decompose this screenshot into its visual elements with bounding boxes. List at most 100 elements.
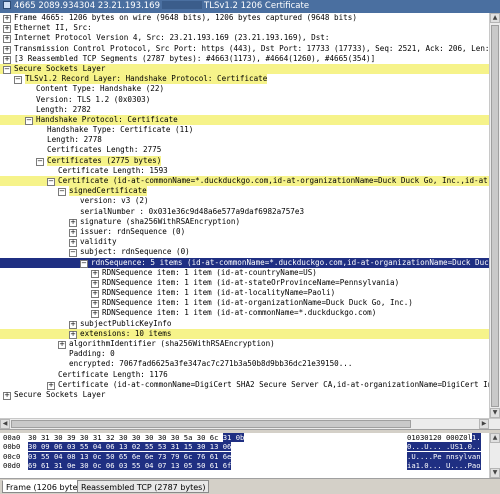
tree-row-label: RDNSequence item: 1 item (id-at-locality… <box>102 288 336 298</box>
tree-row[interactable]: + Frame 4665: 1206 bytes on wire (9648 bi… <box>0 13 489 23</box>
tree-row[interactable]: − TLSv1.2 Record Layer: Handshake Protoco… <box>0 74 489 85</box>
expand-icon[interactable]: + <box>3 55 11 64</box>
tree-row[interactable]: serialNumber : 0x031e36c9d48a6e577a9daf6… <box>0 207 489 217</box>
tree-row[interactable]: − Certificates (2775 bytes) <box>0 155 489 166</box>
ascii-selected: 1. <box>471 433 481 442</box>
tree-row[interactable]: encrypted: 7067fad6625a3fe347ac7c271b3a5… <box>0 359 489 369</box>
tree-row[interactable]: + Internet Protocol Version 4, Src: 23.21… <box>0 33 489 44</box>
tree-row[interactable]: Padding: 0 <box>0 349 489 359</box>
tree-row[interactable]: + RDNSequence item: 1 item (id-at-commonN… <box>0 308 489 319</box>
scroll-right-arrow-icon[interactable]: ▶ <box>479 419 489 429</box>
tree-row[interactable]: + RDNSequence item: 1 item (id-at-stateOr… <box>0 278 489 288</box>
tree-row-label: Certificate Length: 1593 <box>58 165 168 175</box>
collapse-icon[interactable]: − <box>47 178 55 186</box>
collapse-icon[interactable]: − <box>69 249 77 258</box>
tree-row[interactable]: − Handshake Protocol: Certificate <box>0 114 489 126</box>
expand-icon[interactable]: + <box>91 279 99 288</box>
bytes-vertical-scrollbar[interactable]: ▲ ▼ <box>489 433 500 478</box>
tree-row[interactable]: + subjectPublicKeyInfo <box>0 319 489 329</box>
tree-row[interactable]: − Secure Sockets Layer <box>0 63 489 75</box>
bytes-hex: 30 09 06 03 55 04 06 13 02 55 53 31 15 3… <box>28 442 232 452</box>
details-vertical-scrollbar[interactable]: ▲ ▼ <box>489 13 500 418</box>
tree-row[interactable]: + extensions: 10 items <box>0 328 489 339</box>
tree-row[interactable]: + [3 Reassembled TCP Segments (2787 bytes… <box>0 54 489 64</box>
bytes-row[interactable]: 00a0 30 31 30 39 30 31 32 30 30 30 30 30 … <box>0 433 489 442</box>
tree-row[interactable]: Length: 2782 <box>0 105 489 115</box>
tree-row[interactable]: Certificate Length: 1176 <box>0 370 489 380</box>
tree-row[interactable]: + algorithmIdentifier (sha256WithRSAEncry… <box>0 339 489 349</box>
tree-row[interactable]: + signature (sha256WithRSAEncryption) <box>0 217 489 227</box>
tree-row[interactable]: + Secure Sockets Layer <box>0 390 489 400</box>
tree-row[interactable]: − rdnSequence: 5 items (id-at-commonName=… <box>0 257 489 268</box>
details-horizontal-scrollbar[interactable]: ◀ ▶ <box>0 418 500 429</box>
tree-row[interactable]: Version: TLS 1.2 (0x0303) <box>0 95 489 105</box>
expand-icon[interactable]: + <box>47 381 55 390</box>
scroll-thumb[interactable] <box>491 25 499 407</box>
expand-icon[interactable]: + <box>69 330 77 339</box>
bytes-row[interactable]: 00d0 69 61 31 0e 30 0c 06 03 55 04 07 13 … <box>0 461 489 471</box>
bytes-scroll-down-arrow-icon[interactable]: ▼ <box>490 468 500 478</box>
collapse-icon[interactable]: − <box>58 188 66 197</box>
expand-icon[interactable]: + <box>91 269 99 278</box>
tree-row[interactable]: Length: 2778 <box>0 135 489 145</box>
bytes-row[interactable]: 00b0 30 09 06 03 55 04 06 13 02 55 53 31 … <box>0 442 489 452</box>
ascii-selected: .U....Pe nnsylvan <box>407 451 481 461</box>
tree-row[interactable]: + Ethernet II, Src: <box>0 23 489 34</box>
tree-row-label: rdnSequence: 5 items (id-at-commonName=*… <box>91 257 489 267</box>
tree-row[interactable]: − Certificate (id-at-commonName=*.duckduc… <box>0 176 489 187</box>
scroll-up-arrow-icon[interactable]: ▲ <box>490 13 500 23</box>
tree-row-label: subjectPublicKeyInfo <box>80 318 172 328</box>
expand-icon[interactable]: + <box>3 15 11 23</box>
hex-selected: 69 61 31 0e 30 0c 06 03 55 04 07 13 05 5… <box>28 461 232 471</box>
window-title-suffix: TLSv1.2 1206 Certificate <box>204 1 310 11</box>
tree-row[interactable]: version: v3 (2) <box>0 196 489 206</box>
expand-icon[interactable]: + <box>69 320 77 329</box>
expand-icon[interactable]: + <box>91 300 99 309</box>
tree-row[interactable]: Certificates Length: 2775 <box>0 145 489 155</box>
expand-icon[interactable]: + <box>91 310 99 319</box>
tab-reassembled-tcp[interactable]: Reassembled TCP (2787 bytes) <box>77 480 210 493</box>
tree-row[interactable]: + validity <box>0 237 489 248</box>
tree-row[interactable]: + RDNSequence item: 1 item (id-at-localit… <box>0 288 489 299</box>
expand-icon[interactable]: + <box>3 25 11 34</box>
collapse-icon[interactable]: − <box>36 157 44 166</box>
tree-row[interactable]: Content Type: Handshake (22) <box>0 84 489 94</box>
collapse-icon[interactable]: − <box>80 259 88 268</box>
collapse-icon[interactable]: − <box>3 65 11 74</box>
tree-row[interactable]: + issuer: rdnSequence (0) <box>0 227 489 237</box>
tree-row-label: signedCertificate <box>69 186 147 197</box>
packet-bytes-pane[interactable]: 00a0 30 31 30 39 30 31 32 30 30 30 30 30 … <box>0 433 489 478</box>
tree-row[interactable]: + RDNSequence item: 1 item (id-at-country… <box>0 268 489 278</box>
collapse-icon[interactable]: − <box>14 76 22 85</box>
tree-row[interactable]: + RDNSequence item: 1 item (id-at-organiz… <box>0 298 489 309</box>
tab-frame[interactable]: Frame (1206 bytes) <box>2 480 89 493</box>
bytes-row[interactable]: 00c0 03 55 04 08 13 0c 50 65 6e 6e 73 79 … <box>0 451 489 461</box>
expand-icon[interactable]: + <box>69 218 77 227</box>
hex-selected: 03 55 04 08 13 0c 50 65 6e 6e 73 79 6c 7… <box>28 451 232 461</box>
tree-row-label: Version: TLS 1.2 (0x0303) <box>36 94 151 104</box>
scroll-down-arrow-icon[interactable]: ▼ <box>490 408 500 418</box>
tree-row-label: Padding: 0 <box>69 349 115 359</box>
expand-icon[interactable]: + <box>3 35 11 44</box>
bytes-offset: 00c0 <box>3 451 21 461</box>
collapse-icon[interactable]: − <box>25 116 33 125</box>
bytes-offset: 00d0 <box>3 461 21 471</box>
tree-row[interactable]: + Transmission Control Protocol, Src Port… <box>0 44 489 54</box>
expand-icon[interactable]: + <box>3 391 11 400</box>
hscroll-thumb[interactable] <box>11 420 411 428</box>
window-title-bar[interactable]: 4665 2089.934304 23.21.193.169 TLSv1.2 12… <box>0 0 500 13</box>
expand-icon[interactable]: + <box>69 239 77 248</box>
tree-row[interactable]: + Certificate (id-at-commonName=DigiCert … <box>0 380 489 390</box>
expand-icon[interactable]: + <box>3 45 11 54</box>
scroll-left-arrow-icon[interactable]: ◀ <box>0 419 10 429</box>
expand-icon[interactable]: + <box>58 341 66 349</box>
expand-icon[interactable]: + <box>91 290 99 299</box>
expand-icon[interactable]: + <box>69 228 77 237</box>
tree-row[interactable]: Handshake Type: Certificate (11) <box>0 125 489 135</box>
tree-row[interactable]: − subject: rdnSequence (0) <box>0 247 489 258</box>
tree-row[interactable]: − signedCertificate <box>0 186 489 197</box>
tree-row[interactable]: Certificate Length: 1593 <box>0 166 489 176</box>
bytes-scroll-up-arrow-icon[interactable]: ▲ <box>490 433 500 443</box>
packet-details-tree[interactable]: + Frame 4665: 1206 bytes on wire (9648 bi… <box>0 13 489 418</box>
tree-row-label: Certificates Length: 2775 <box>47 145 162 155</box>
